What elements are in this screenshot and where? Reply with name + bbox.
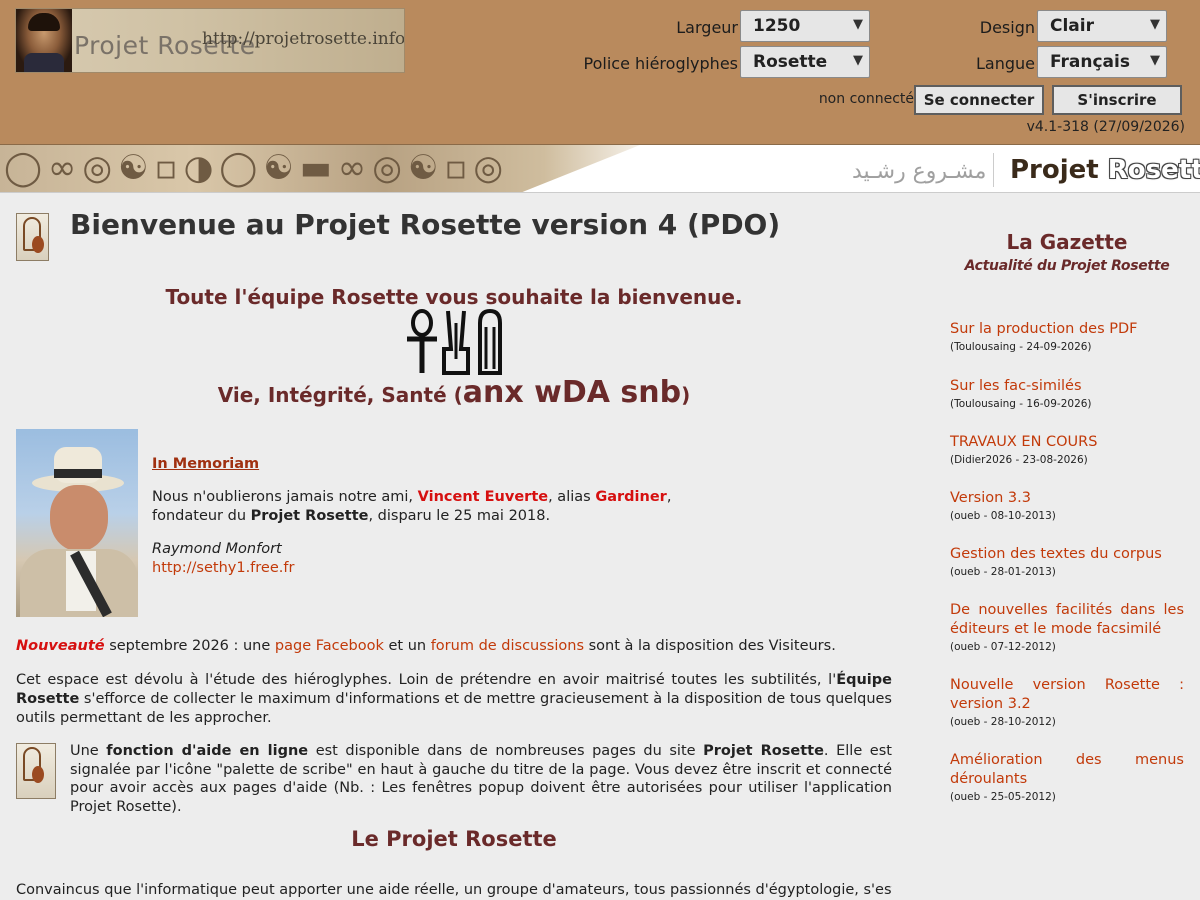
gazette-item-link[interactable]: Sur la production des PDF: [950, 320, 1184, 339]
gazette-item-meta: (oueb - 07-12-2012): [950, 641, 1056, 653]
gazette-item-meta: (oueb - 28-01-2013): [950, 566, 1056, 578]
hieroglyph-banner: ◯∞◎☯▫◑◯☯▬∞◎☯▫◎ مشـروع رشـيد Projet Roset…: [0, 145, 1200, 193]
gazette-item: TRAVAUX EN COURS (Didier2026 - 23-08-202…: [950, 433, 1184, 466]
memoriam-link[interactable]: http://sethy1.free.fr: [152, 560, 294, 576]
connection-status: non connecté: [818, 91, 914, 107]
langue-label: Langue: [976, 54, 1035, 73]
langue-select-value: Français: [1050, 52, 1130, 72]
blessing-transliteration: anx wDA snb: [462, 375, 682, 410]
gazette-item-meta: (oueb - 08-10-2013): [950, 510, 1056, 522]
chevron-down-icon: ▼: [853, 17, 863, 32]
forum-link[interactable]: forum de discussions: [431, 638, 584, 654]
facebook-link[interactable]: page Facebook: [275, 638, 384, 654]
blessing-line: Vie, Intégrité, Santé (anx wDA snb): [217, 375, 691, 410]
gazette-item-link[interactable]: Nouvelle version Rosette : version 3.2: [950, 676, 1184, 714]
banner-divider: [993, 153, 994, 187]
site-logo[interactable]: Projet Rosette http://projetrosette.info: [15, 8, 405, 73]
scribe-palette-icon: [16, 743, 56, 799]
logo-url: http://projetrosette.info: [202, 29, 405, 49]
hieroglyph-decoration: ◯∞◎☯▫◑◯☯▬∞◎☯▫◎: [4, 148, 510, 188]
scribe-palette-icon[interactable]: [16, 213, 49, 261]
founder-alias: Gardiner: [595, 489, 667, 505]
intro-paragraph: Cet espace est dévolu à l'étude des hiér…: [16, 672, 892, 726]
champollion-portrait: [16, 9, 72, 72]
design-select-value: Clair: [1050, 16, 1094, 36]
design-label: Design: [979, 18, 1035, 37]
section-title: Le Projet Rosette: [351, 827, 557, 851]
gazette-item-meta: (Toulousaing - 16-09-2026): [950, 398, 1092, 410]
gazette-item-link[interactable]: Amélioration des menus déroulants: [950, 751, 1184, 789]
gazette-item-link[interactable]: TRAVAUX EN COURS: [950, 433, 1184, 452]
welcome-message: Toute l'équipe Rosette vous souhaite la …: [165, 285, 743, 309]
chevron-down-icon: ▼: [1150, 17, 1160, 32]
gazette-item-link[interactable]: Gestion des textes du corpus: [950, 545, 1184, 564]
memoriam-heading[interactable]: In Memoriam: [152, 456, 259, 472]
largeur-select[interactable]: 1250 ▼: [740, 10, 870, 42]
login-button[interactable]: Se connecter: [914, 85, 1044, 115]
gazette-item: Version 3.3 (oueb - 08-10-2013): [950, 489, 1184, 522]
gazette-item-meta: (oueb - 28-10-2012): [950, 716, 1056, 728]
gazette-item-link[interactable]: Sur les fac-similés: [950, 377, 1184, 396]
gazette-item-meta: (Toulousaing - 24-09-2026): [950, 341, 1092, 353]
chevron-down-icon: ▼: [853, 53, 863, 68]
project-paragraph: Convaincus que l'informatique peut appor…: [16, 882, 892, 898]
largeur-select-value: 1250: [753, 16, 801, 36]
police-select[interactable]: Rosette ▼: [740, 46, 870, 78]
gazette-item: Sur la production des PDF (Toulousaing -…: [950, 320, 1184, 353]
gazette-item: Nouvelle version Rosette : version 3.2 (…: [950, 676, 1184, 728]
memoriam-block: In Memoriam Nous n'oublierons jamais not…: [152, 455, 852, 578]
gazette-item: Gestion des textes du corpus (oueb - 28-…: [950, 545, 1184, 578]
gazette-item-meta: (Didier2026 - 23-08-2026): [950, 454, 1088, 466]
version-label: v4.1-318 (27/09/2026): [1026, 119, 1185, 135]
gazette-item-link[interactable]: De nouvelles facilités dans les éditeurs…: [950, 601, 1184, 639]
ankh-wedja-seneb-glyphs: [407, 309, 502, 375]
memoriam-photo: [16, 429, 138, 617]
langue-select[interactable]: Français ▼: [1037, 46, 1167, 78]
largeur-label: Largeur: [676, 18, 738, 37]
arabic-title: مشـروع رشـيد: [852, 159, 987, 184]
gazette-item: Amélioration des menus déroulants (oueb …: [950, 751, 1184, 803]
gazette-item-meta: (oueb - 25-05-2012): [950, 791, 1056, 803]
founder-name: Vincent Euverte: [417, 489, 549, 505]
police-select-value: Rosette: [753, 52, 828, 72]
design-select[interactable]: Clair ▼: [1037, 10, 1167, 42]
face-shape: [50, 485, 108, 551]
gazette-subtitle: Actualité du Projet Rosette: [964, 258, 1170, 274]
signup-button[interactable]: S'inscrire: [1052, 85, 1182, 115]
main-content: Bienvenue au Projet Rosette version 4 (P…: [0, 193, 1200, 900]
help-paragraph: Une fonction d'aide en ligne est disponi…: [70, 743, 892, 815]
page-title: Bienvenue au Projet Rosette version 4 (P…: [70, 208, 781, 241]
police-label: Police hiéroglyphes: [583, 54, 738, 73]
chevron-down-icon: ▼: [1150, 53, 1160, 68]
site-header: Projet Rosette http://projetrosette.info…: [0, 0, 1200, 145]
gazette-item-link[interactable]: Version 3.3: [950, 489, 1184, 508]
gazette-item: Sur les fac-similés (Toulousaing - 16-09…: [950, 377, 1184, 410]
memoriam-author: Raymond Monfort: [152, 541, 282, 557]
gazette-title: La Gazette: [1006, 230, 1128, 254]
news-announcement: Nouveauté septembre 2026 : une page Face…: [16, 638, 836, 654]
hieroglyph-strip: ◯∞◎☯▫◑◯☯▬∞◎☯▫◎: [0, 145, 640, 192]
gazette-item: De nouvelles facilités dans les éditeurs…: [950, 601, 1184, 653]
banner-brand: Projet Rosette: [1010, 155, 1200, 185]
